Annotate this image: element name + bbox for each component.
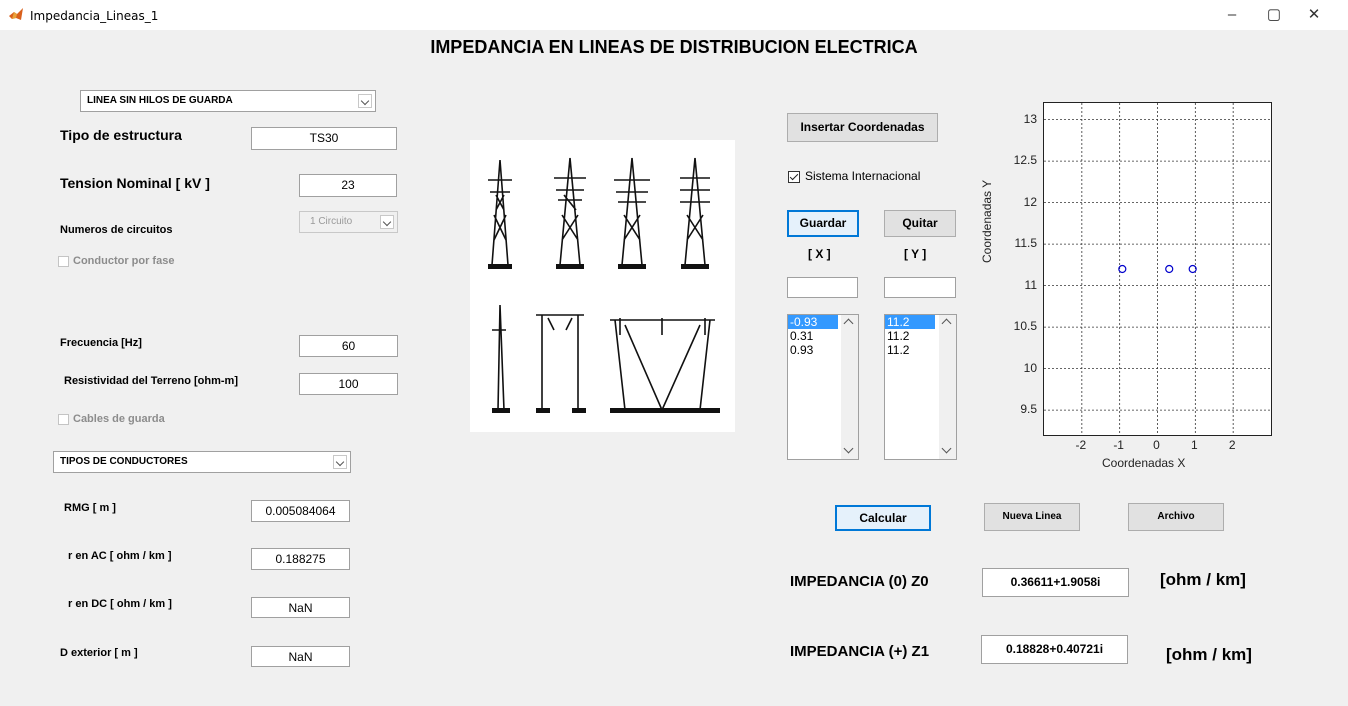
- frecuencia-field[interactable]: 60: [299, 335, 398, 357]
- y-tick-label: 9.5: [1020, 402, 1037, 417]
- x-input[interactable]: [787, 277, 858, 298]
- tower-icon: [488, 157, 715, 411]
- window-title: Impedancia_Lineas_1: [30, 9, 159, 23]
- conductor-fase-checkbox[interactable]: [58, 256, 69, 267]
- y-tick-label: 12.5: [1013, 153, 1037, 168]
- tension-label: Tension Nominal [ kV ]: [60, 175, 210, 191]
- y-list[interactable]: 11.2 11.2 11.2: [884, 314, 957, 460]
- rac-field[interactable]: 0.188275: [251, 548, 350, 570]
- x-tick-label: -2: [1075, 438, 1087, 452]
- data-point: [1118, 264, 1127, 274]
- cables-guarda-label: Cables de guarda: [73, 413, 165, 425]
- matlab-icon: [8, 6, 24, 22]
- chevron-up-icon: [843, 318, 854, 329]
- chevron-down-icon: [358, 94, 372, 108]
- rmg-field[interactable]: 0.005084064: [251, 500, 350, 522]
- x-tick-label: 2: [1228, 438, 1236, 452]
- line-type-select-value: LINEA SIN HILOS DE GUARDA: [87, 95, 233, 106]
- rdc-label: r en DC [ ohm / km ]: [68, 598, 172, 610]
- y-tick-label: 11.5: [1014, 236, 1037, 251]
- minimize-button[interactable]: –: [1212, 4, 1252, 26]
- dext-label: D exterior [ m ]: [60, 647, 138, 659]
- list-item[interactable]: -0.93: [788, 315, 838, 329]
- frecuencia-label: Frecuencia [Hz]: [60, 337, 142, 349]
- tipo-estructura-label: Tipo de estructura: [60, 127, 182, 143]
- archivo-button[interactable]: Archivo: [1128, 503, 1224, 531]
- chevron-down-icon: [380, 215, 394, 229]
- nueva-linea-button[interactable]: Nueva Linea: [984, 503, 1080, 531]
- conductores-select-value: TIPOS DE CONDUCTORES: [60, 456, 188, 467]
- maximize-button[interactable]: ▢: [1254, 4, 1294, 26]
- circuitos-select-value: 1 Circuito: [310, 216, 353, 227]
- conductor-fase-label: Conductor por fase: [73, 255, 175, 267]
- rac-label: r en AC [ ohm / km ]: [68, 550, 172, 562]
- y-tick-label: 10: [1023, 360, 1037, 375]
- guardar-button[interactable]: Guardar: [787, 210, 859, 237]
- circuitos-label: Numeros de circuitos: [60, 224, 173, 236]
- y-column-header: [ Y ]: [904, 247, 927, 261]
- tower-structures-image: [470, 140, 735, 432]
- circuitos-select[interactable]: 1 Circuito: [299, 211, 398, 233]
- chevron-down-icon: [843, 443, 854, 454]
- close-button[interactable]: ✕: [1294, 4, 1334, 26]
- quitar-button[interactable]: Quitar: [884, 210, 956, 237]
- tower-base-icon: [488, 264, 720, 413]
- data-point: [1188, 264, 1197, 274]
- z0-unit: [ohm / km]: [1160, 570, 1246, 589]
- plot-area: [1044, 103, 1271, 435]
- x-list[interactable]: -0.93 0.31 0.93: [787, 314, 859, 460]
- x-tick-label: 1: [1190, 438, 1198, 452]
- chevron-down-icon: [941, 443, 952, 454]
- page-title: IMPEDANCIA EN LINEAS DE DISTRIBUCION ELE…: [430, 37, 918, 57]
- sistema-internacional-checkbox[interactable]: [788, 171, 800, 183]
- window-titlebar: [0, 0, 1348, 30]
- z1-unit: [ohm / km]: [1166, 645, 1252, 664]
- insertar-coordenadas-button[interactable]: Insertar Coordenadas: [787, 113, 938, 142]
- y-tick-label: 12: [1023, 194, 1037, 209]
- y-axis-label: Coordenadas Y: [980, 179, 994, 263]
- resistividad-label: Resistividad del Terreno [ohm-m]: [64, 375, 238, 387]
- tension-field[interactable]: 23: [299, 174, 397, 197]
- x-tick-label: -1: [1113, 438, 1124, 452]
- y-tick-label: 11: [1024, 277, 1037, 292]
- chevron-up-icon: [941, 318, 952, 329]
- x-axis-label: Coordenadas X: [1102, 456, 1186, 470]
- tipo-estructura-field[interactable]: TS30: [251, 127, 397, 150]
- x-column-header: [ X ]: [808, 247, 831, 261]
- dext-field[interactable]: NaN: [251, 646, 350, 667]
- cables-guarda-checkbox[interactable]: [58, 414, 69, 425]
- z0-field[interactable]: 0.36611+1.9058i: [982, 568, 1129, 597]
- conductores-select[interactable]: TIPOS DE CONDUCTORES: [53, 451, 351, 473]
- x-tick-label: 0: [1153, 438, 1160, 452]
- resistividad-field[interactable]: 100: [299, 373, 398, 395]
- z1-field[interactable]: 0.18828+0.40721i: [981, 635, 1128, 664]
- sistema-internacional-label: Sistema Internacional: [805, 169, 921, 183]
- z1-label: IMPEDANCIA (+) Z1: [790, 643, 930, 660]
- scrollbar[interactable]: [841, 315, 858, 459]
- list-item[interactable]: 11.2: [885, 315, 935, 329]
- rmg-label: RMG [ m ]: [64, 502, 116, 514]
- z0-label: IMPEDANCIA (0) Z0: [790, 573, 929, 590]
- y-tick-label: 13: [1023, 111, 1037, 126]
- y-input[interactable]: [884, 277, 956, 298]
- chevron-down-icon: [333, 455, 347, 469]
- y-tick-label: 10.5: [1013, 319, 1037, 334]
- line-type-select[interactable]: LINEA SIN HILOS DE GUARDA: [80, 90, 376, 112]
- rdc-field[interactable]: NaN: [251, 597, 350, 618]
- scrollbar[interactable]: [939, 315, 956, 459]
- calcular-button[interactable]: Calcular: [835, 505, 931, 531]
- coordinates-plot: [1043, 102, 1272, 436]
- data-point: [1165, 264, 1174, 274]
